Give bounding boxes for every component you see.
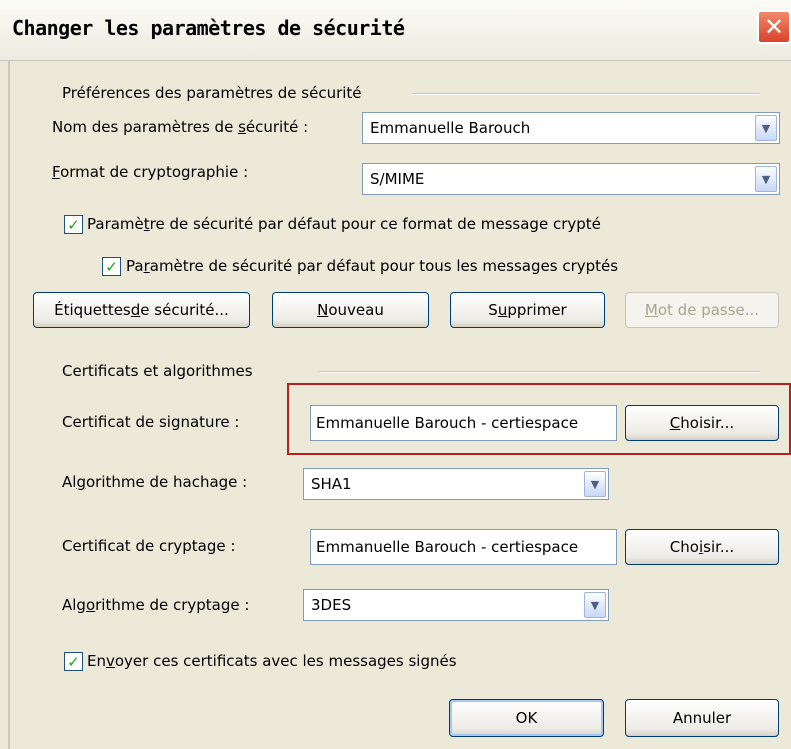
chevron-down-icon[interactable]: ▼ (584, 592, 606, 618)
security-name-select[interactable]: Emmanuelle Barouch ▼ (362, 112, 780, 144)
security-name-value: Emmanuelle Barouch (370, 119, 531, 137)
choose-signing-cert-button[interactable]: Choisir... (625, 405, 779, 441)
encryption-cert-field[interactable]: Emmanuelle Barouch - certiespace (310, 529, 617, 565)
signing-cert-label: Certificat de signature : (62, 413, 240, 431)
security-labels-button[interactable]: Étiquettes de sécurité... (33, 292, 250, 328)
send-certs-label: Envoyer ces certificats avec les message… (87, 652, 457, 670)
cancel-button[interactable]: Annuler (625, 699, 779, 737)
new-button[interactable]: Nouveau (272, 292, 429, 328)
window-title: Changer les paramètres de sécurité (12, 16, 405, 40)
choose-encryption-cert-button[interactable]: Cho i sir... (625, 529, 779, 565)
hash-algorithm-label: Algorithme de hachage : (62, 473, 248, 491)
hash-algorithm-value: SHA1 (311, 475, 352, 493)
password-button[interactable]: Mot de passe... (625, 292, 779, 328)
encryption-algorithm-value: 3DES (311, 596, 352, 614)
certs-group-divider (318, 371, 760, 373)
encryption-algorithm-select[interactable]: 3DES ▼ (303, 589, 609, 621)
chevron-down-icon[interactable]: ▼ (755, 166, 777, 192)
prefs-group-divider (412, 93, 760, 95)
crypto-format-value: S/MIME (370, 170, 425, 188)
signing-cert-field[interactable]: Emmanuelle Barouch - certiespace (310, 405, 617, 441)
crypto-format-label: Format de cryptographie : (52, 163, 249, 181)
ok-button[interactable]: OK (449, 699, 604, 737)
default-all-label: Paramètre de sécurité par défaut pour to… (126, 257, 619, 275)
send-certs-checkbox[interactable]: ✓ (64, 652, 83, 671)
chevron-down-icon[interactable]: ▼ (584, 471, 606, 497)
crypto-format-select[interactable]: S/MIME ▼ (362, 163, 780, 195)
prefs-group-label: Préférences des paramètres de sécurité (62, 84, 362, 102)
delete-button[interactable]: Su pprimer (450, 292, 605, 328)
encryption-algorithm-label: Algorithme de cryptage : (62, 596, 250, 614)
default-all-checkbox[interactable]: ✓ (102, 257, 121, 276)
default-format-label: Paramètre de sécurité par défaut pour ce… (87, 215, 601, 233)
encryption-cert-label: Certificat de cryptage : (62, 537, 236, 555)
hash-algorithm-select[interactable]: SHA1 ▼ (303, 468, 609, 500)
default-format-checkbox[interactable]: ✓ (64, 215, 83, 234)
security-name-label: Nom des paramètres de sécurité : (52, 118, 309, 136)
certs-group-label: Certificats et algorithmes (62, 362, 253, 380)
chevron-down-icon[interactable]: ▼ (755, 115, 777, 141)
close-icon[interactable]: ✕ (757, 10, 791, 44)
